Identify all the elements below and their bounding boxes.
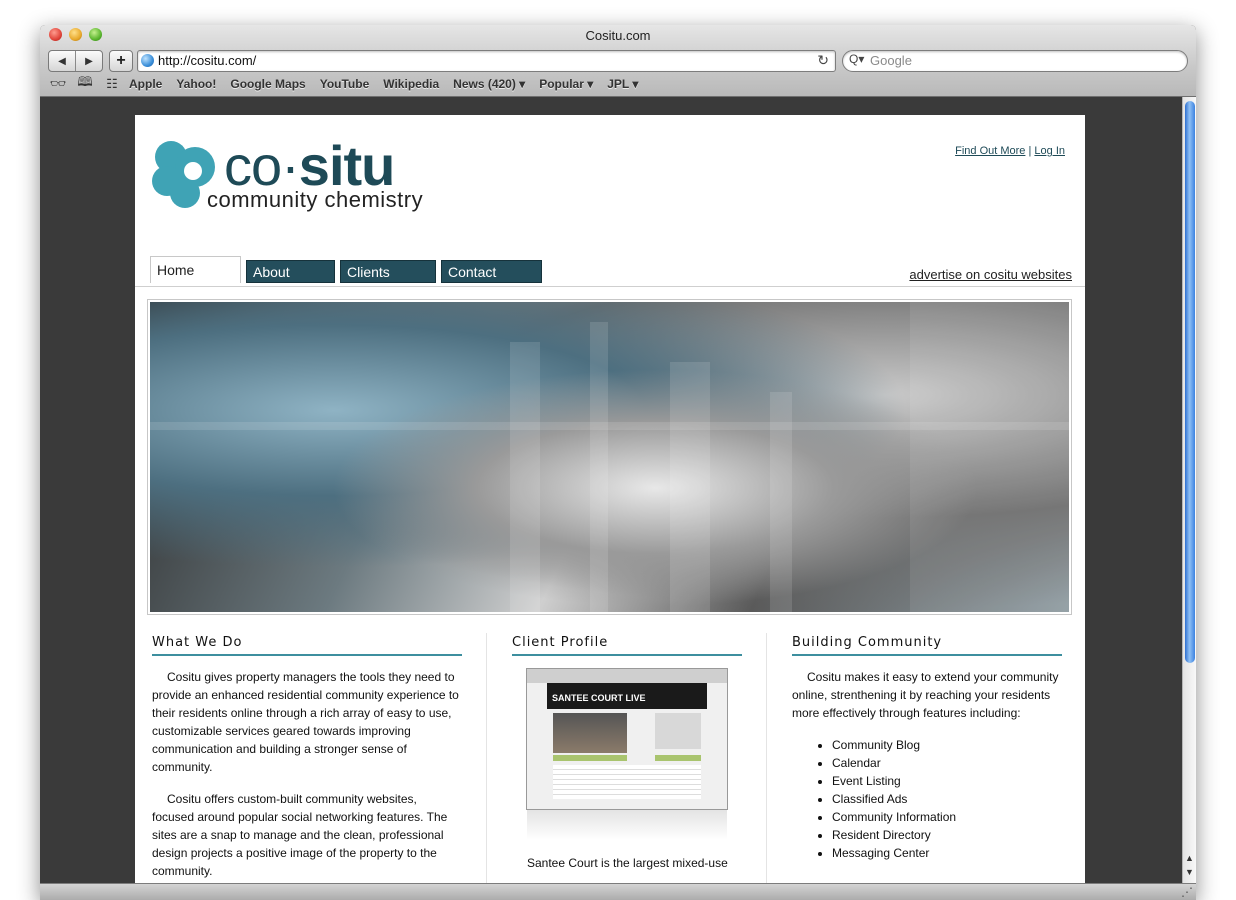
logo-tagline: community chemistry [207, 187, 424, 212]
browser-window: Cositu.com ◀ ▶ + http://cositu.com/ ↻ Q▾… [40, 25, 1196, 900]
page-viewport: co·situ community chemistry Find Out Mor… [40, 97, 1182, 883]
building-community-intro: Cositu makes it easy to extend your comm… [792, 670, 1059, 720]
back-button[interactable]: ◀ [49, 51, 76, 71]
tab-contact[interactable]: Contact [441, 260, 542, 283]
screenshot-photo [553, 713, 627, 753]
list-item: Community Blog [832, 736, 1062, 754]
building-community-section: Building Community Cositu makes it easy … [792, 635, 1062, 862]
forward-button[interactable]: ▶ [76, 51, 102, 71]
bookmark-popular-menu[interactable]: Popular ▾ [539, 77, 593, 91]
top-links: Find Out More | Log In [955, 145, 1065, 157]
client-profile-heading: Client Profile [512, 635, 742, 656]
list-item: Messaging Center [832, 844, 1062, 862]
bookmark-jpl-menu[interactable]: JPL ▾ [607, 77, 638, 91]
tab-home[interactable]: Home [150, 256, 241, 283]
tab-about[interactable]: About [246, 260, 335, 283]
search-icon[interactable]: Q▾ [849, 52, 864, 66]
bookmark-wikipedia[interactable]: Wikipedia [383, 77, 439, 91]
book-icon[interactable]: 🕮︎ [75, 73, 95, 95]
link-separator: | [1028, 145, 1032, 157]
list-item: Event Listing [832, 772, 1062, 790]
log-in-link[interactable]: Log In [1034, 145, 1065, 157]
bookmark-apple[interactable]: Apple [129, 77, 162, 91]
hero-image-frame [147, 299, 1072, 615]
vertical-scrollbar[interactable]: ▲ ▼ [1182, 97, 1196, 883]
client-profile-caption: Santee Court is the largest mixed-use [527, 856, 728, 870]
back-forward-group: ◀ ▶ [48, 50, 103, 72]
resize-grip-icon[interactable]: ⋰ [1181, 885, 1193, 899]
list-item: Calendar [832, 754, 1062, 772]
nav-divider [135, 286, 1085, 287]
find-out-more-link[interactable]: Find Out More [955, 145, 1025, 157]
list-item: Resident Directory [832, 826, 1062, 844]
reload-icon[interactable]: ↻ [817, 52, 829, 69]
add-bookmark-button[interactable]: + [109, 50, 133, 72]
screenshot-reflection [527, 810, 727, 840]
screenshot-site-title: SANTEE COURT LIVE [547, 683, 707, 709]
title-toolbar-area: Cositu.com ◀ ▶ + http://cositu.com/ ↻ Q▾… [40, 25, 1196, 97]
column-divider [486, 633, 487, 883]
status-bar: ⋰ [40, 883, 1196, 900]
screenshot-green-header [553, 755, 627, 761]
scrollbar-thumb[interactable] [1185, 101, 1195, 663]
what-we-do-paragraph-1: Cositu gives property managers the tools… [152, 670, 459, 774]
bookmark-yahoo[interactable]: Yahoo! [176, 77, 216, 91]
client-site-screenshot[interactable]: SANTEE COURT LIVE [526, 668, 728, 810]
screenshot-browser-bar [527, 669, 727, 683]
address-bar[interactable]: http://cositu.com/ ↻ [137, 50, 836, 72]
search-placeholder: Google [870, 53, 912, 68]
client-profile-section: Client Profile SANTEE COURT LIVE Santee … [512, 635, 742, 872]
scroll-down-arrow-icon[interactable]: ▼ [1185, 867, 1194, 877]
feature-list: Community Blog Calendar Event Listing Cl… [792, 736, 1062, 862]
column-divider [766, 633, 767, 883]
building-community-heading: Building Community [792, 635, 1062, 656]
list-item: Community Information [832, 808, 1062, 826]
main-nav: Home About Clients Contact [150, 256, 547, 283]
grid-icon[interactable]: ☷ [102, 76, 122, 92]
list-item: Classified Ads [832, 790, 1062, 808]
bookmarks-bar: 👓︎ 🕮︎ ☷ Apple Yahoo! Google Maps YouTube… [48, 73, 652, 95]
screenshot-text-lines [553, 765, 701, 799]
cositu-page: co·situ community chemistry Find Out Mor… [135, 115, 1085, 883]
search-field[interactable]: Q▾ Google [842, 50, 1188, 72]
hero-image [150, 302, 1069, 612]
scroll-up-arrow-icon[interactable]: ▲ [1185, 853, 1194, 863]
site-globe-icon [141, 54, 154, 67]
window-title: Cositu.com [585, 28, 651, 43]
tab-clients[interactable]: Clients [340, 260, 436, 283]
reading-glasses-icon[interactable]: 👓︎ [48, 76, 68, 92]
screenshot-calendar [655, 713, 701, 749]
url-text[interactable]: http://cositu.com/ [158, 53, 256, 68]
what-we-do-paragraph-2: Cositu offers custom-built community web… [152, 792, 448, 878]
bookmark-google-maps[interactable]: Google Maps [230, 77, 305, 91]
what-we-do-heading: What We Do [152, 635, 462, 656]
advertise-link[interactable]: advertise on cositu websites [909, 267, 1072, 282]
bookmark-youtube[interactable]: YouTube [320, 77, 370, 91]
bookmark-news-menu[interactable]: News (420) ▾ [453, 77, 525, 91]
screenshot-green-header-2 [655, 755, 701, 761]
what-we-do-section: What We Do Cositu gives property manager… [152, 635, 462, 880]
